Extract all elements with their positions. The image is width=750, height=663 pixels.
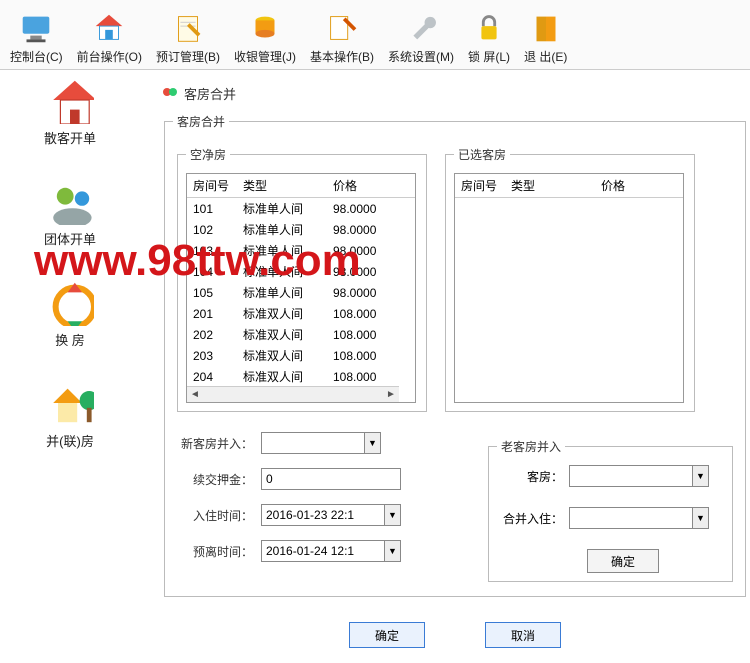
people-icon (46, 177, 94, 225)
col-room-no-sel[interactable]: 房间号 (455, 174, 505, 198)
sidebar-item-1[interactable]: 团体开单 (0, 177, 140, 248)
toolbar-label: 控制台(C) (10, 48, 63, 65)
sidebar-label: 散客开单 (44, 128, 96, 147)
vacant-room-list[interactable]: 房间号 类型 价格 101标准单人间98.0000102标准单人间98.0000… (186, 173, 416, 403)
merge-room-label: 客房： (497, 468, 563, 485)
toolbar-item-2[interactable]: 预订管理(B) (150, 2, 226, 67)
toolbar-item-6[interactable]: 锁 屏(L) (462, 2, 516, 67)
toolbar-item-7[interactable]: 退 出(E) (518, 2, 573, 67)
merge-room-combo[interactable]: ▼ (569, 465, 709, 487)
toolbar-item-1[interactable]: 前台操作(O) (71, 2, 148, 67)
checkin-datetime[interactable]: 2016-01-23 22:1 ▼ (261, 504, 401, 526)
toolbar-label: 预订管理(B) (156, 48, 220, 65)
table-row[interactable]: 102标准单人间98.0000 (187, 219, 415, 240)
new-room-merge-combo[interactable]: ▼ (261, 432, 381, 454)
checkout-datetime[interactable]: 2016-01-24 12:1 ▼ (261, 540, 401, 562)
door-icon (526, 8, 566, 48)
merge-legend: 客房合并 (173, 113, 229, 130)
merge-ok-button[interactable]: 确定 (587, 549, 659, 573)
vacant-fieldset: 空净房 房间号 类型 价格 101标准单人间98.0000102标准单人间98.… (177, 146, 427, 412)
panel-title-bar: 客房合并 (160, 80, 750, 107)
table-row[interactable]: 103标准单人间98.0000 (187, 240, 415, 261)
ok-button[interactable]: 确定 (349, 622, 425, 648)
cycle-icon (46, 278, 94, 326)
table-row[interactable]: 104标准单人间98.0000 (187, 261, 415, 282)
cancel-button[interactable]: 取消 (485, 622, 561, 648)
table-row[interactable]: 204标准双人间108.000 (187, 366, 415, 387)
main-toolbar: 控制台(C) 前台操作(O) 预订管理(B) 收银管理(J) 基本操作(B) 系统设置(M… (0, 0, 750, 70)
sidebar-item-3[interactable]: 并(联)房 (0, 379, 140, 450)
wrench-icon (401, 8, 441, 48)
chevron-down-icon[interactable]: ▼ (692, 508, 708, 528)
house-blue-icon (89, 8, 129, 48)
toolbar-label: 前台操作(O) (77, 48, 142, 65)
old-room-merge-legend: 老客房并入 (497, 438, 565, 455)
table-row[interactable]: 101标准单人间98.0000 (187, 198, 415, 219)
vacant-legend: 空净房 (186, 146, 230, 163)
table-row[interactable]: 105标准单人间98.0000 (187, 282, 415, 303)
selected-room-list[interactable]: 房间号 类型 价格 (454, 173, 684, 403)
toolbar-label: 锁 屏(L) (468, 48, 510, 65)
table-row[interactable]: 203标准双人间108.000 (187, 345, 415, 366)
old-room-merge-fieldset: 老客房并入 客房： ▼ 合并入住： ▼ 确定 (488, 438, 733, 582)
toolbar-label: 退 出(E) (524, 48, 567, 65)
merge-icon (162, 84, 178, 103)
pencil-doc-icon (322, 8, 362, 48)
toolbar-item-3[interactable]: 收银管理(J) (228, 2, 302, 67)
chevron-down-icon[interactable]: ▼ (692, 466, 708, 486)
h-scrollbar[interactable]: ◄ ► (187, 386, 399, 402)
scroll-left-icon[interactable]: ◄ (187, 387, 203, 403)
toolbar-label: 收银管理(J) (234, 48, 296, 65)
sidebar: 散客开单团体开单换 房并(联)房 (0, 70, 140, 663)
deposit-input[interactable] (261, 468, 401, 490)
toolbar-item-5[interactable]: 系统设置(M) (382, 2, 460, 67)
cylinder-icon (245, 8, 285, 48)
panel-title: 客房合并 (184, 84, 236, 103)
col-type[interactable]: 类型 (237, 174, 327, 198)
merge-checkin-combo[interactable]: ▼ (569, 507, 709, 529)
selected-legend: 已选客房 (454, 146, 510, 163)
padlock-icon (469, 8, 509, 48)
chevron-down-icon[interactable]: ▼ (384, 541, 400, 561)
toolbar-label: 基本操作(B) (310, 48, 374, 65)
selected-fieldset: 已选客房 房间号 类型 价格 (445, 146, 695, 412)
merge-fieldset: 客房合并 空净房 房间号 类型 价格 101标准单人间98.0000102标准单… (164, 113, 746, 597)
sidebar-label: 换 房 (55, 330, 85, 349)
house-red-icon (46, 76, 94, 124)
sidebar-item-0[interactable]: 散客开单 (0, 76, 140, 147)
toolbar-item-0[interactable]: 控制台(C) (4, 2, 69, 67)
new-room-merge-label: 新客房并入： (173, 435, 253, 452)
toolbar-item-4[interactable]: 基本操作(B) (304, 2, 380, 67)
form-left: 新客房并入： ▼ 续交押金： 入住时间： 2016-01-23 22:1 ▼ (173, 432, 464, 588)
checkout-label: 预离时间： (173, 543, 253, 560)
col-room-no[interactable]: 房间号 (187, 174, 237, 198)
scroll-right-icon[interactable]: ► (383, 387, 399, 403)
deposit-label: 续交押金： (173, 471, 253, 488)
col-price[interactable]: 价格 (327, 174, 415, 198)
col-type-sel[interactable]: 类型 (505, 174, 595, 198)
sidebar-item-2[interactable]: 换 房 (0, 278, 140, 349)
merge-checkin-label: 合并入住： (497, 510, 563, 527)
checkin-label: 入住时间： (173, 507, 253, 524)
main-panel: 客房合并 客房合并 空净房 房间号 类型 价格 101标准单人间98.0000 (160, 80, 750, 660)
notepad-icon (168, 8, 208, 48)
table-row[interactable]: 201标准双人间108.000 (187, 303, 415, 324)
chevron-down-icon[interactable]: ▼ (364, 433, 380, 453)
toolbar-label: 系统设置(M) (388, 48, 454, 65)
chevron-down-icon[interactable]: ▼ (384, 505, 400, 525)
monitor-icon (16, 8, 56, 48)
table-row[interactable]: 202标准双人间108.000 (187, 324, 415, 345)
sidebar-label: 团体开单 (44, 229, 96, 248)
house-tree-icon (46, 379, 94, 427)
sidebar-label: 并(联)房 (46, 431, 94, 450)
col-price-sel[interactable]: 价格 (595, 174, 683, 198)
